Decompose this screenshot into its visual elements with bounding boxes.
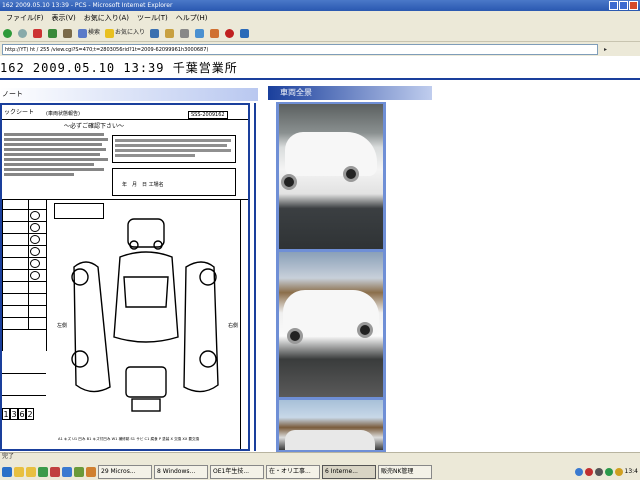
edit-icon (195, 28, 205, 38)
menu-view[interactable]: 表示(V) (52, 11, 76, 25)
tool-icon (240, 28, 250, 38)
tray-app-icon[interactable] (614, 467, 623, 476)
sheet-header-note: (車両状態報告) (46, 111, 80, 117)
minimize-button[interactable] (609, 1, 618, 10)
must-read-notice: 〜必ずご確認下さい〜 (64, 123, 125, 130)
media-quicklaunch-icon[interactable] (50, 466, 60, 477)
back-button[interactable] (2, 27, 14, 39)
clock[interactable]: 13:4 (625, 468, 638, 475)
ie-quicklaunch-icon[interactable] (2, 466, 12, 477)
window-title: 162 2009.05.10 13:39 - PCS - Microsoft I… (2, 2, 173, 9)
vehicle-photo-1[interactable] (279, 104, 383, 249)
odometer-display: 1 3 6 2 (2, 408, 34, 420)
edit-button[interactable] (194, 27, 206, 39)
close-button[interactable] (629, 1, 638, 10)
discuss-icon (210, 28, 220, 38)
odometer-digit: 2 (26, 408, 34, 420)
window-title-bar: 162 2009.05.10 13:39 - PCS - Microsoft I… (0, 0, 640, 11)
tray-volume-icon[interactable] (594, 467, 603, 476)
title-divider (0, 78, 640, 80)
search-button[interactable]: 検索 (77, 27, 101, 39)
mail-icon (165, 28, 175, 38)
menu-help[interactable]: ヘルプ(H) (176, 11, 208, 25)
menu-tools[interactable]: ツール(T) (137, 11, 168, 25)
favorites-label: お気に入り (115, 29, 146, 36)
history-button[interactable] (149, 27, 161, 39)
vehicle-photo-2[interactable] (279, 252, 383, 397)
system-tray: 13:4 (536, 463, 640, 480)
refresh-icon (48, 28, 57, 38)
home-button[interactable] (62, 27, 74, 39)
page-title: 162 2009.05.10 13:39 千葉営業所 (0, 61, 238, 75)
sheet-heading: ノート (0, 88, 258, 101)
tool-button-extra[interactable] (239, 27, 251, 39)
photos-heading: 車両全景 (268, 86, 432, 100)
printer-icon (180, 28, 190, 38)
star-icon (105, 28, 115, 38)
task-button-active[interactable]: 6 Interne... (322, 464, 376, 479)
mail-quicklaunch-icon[interactable] (38, 466, 48, 477)
status-bar: 完了 (2, 453, 15, 460)
search-label: 検索 (88, 29, 101, 36)
search-icon (78, 28, 87, 38)
maximize-button[interactable] (619, 1, 628, 10)
window-controls (609, 1, 638, 10)
folder-quicklaunch-icon[interactable] (14, 466, 24, 477)
task-button[interactable]: 在・オリ工事... (266, 464, 320, 479)
task-button[interactable]: 販売NK管理 (378, 464, 432, 479)
address-input[interactable]: http://YT) ht / 255 /view.cgi?S=470;t=28… (2, 43, 598, 55)
sheet-number: SSS-2009162 (188, 111, 228, 119)
inspection-sheet-image: ックシート (車両状態報告) SSS-2009162 〜必ずご確認下さい〜 年 … (0, 103, 250, 451)
tray-shield-icon[interactable] (584, 467, 593, 476)
menu-favorites[interactable]: お気に入り(A) (84, 11, 129, 25)
folder-quicklaunch-icon[interactable] (26, 466, 36, 477)
damage-legend: A1 キズ U1 凹み B1 キズ付凹み W1 補修跡 S1 サビ C1 腐食 … (58, 437, 200, 441)
forward-button[interactable] (17, 27, 29, 39)
date-line: 年 月 日 工場名 (122, 182, 164, 188)
odometer-digit: 6 (18, 408, 26, 420)
messenger-icon (225, 28, 235, 38)
stop-icon (33, 28, 42, 38)
vehicle-photo-3[interactable] (279, 400, 383, 450)
task-button[interactable]: 8 Windows... (154, 464, 208, 479)
side-label-left: 左側 (57, 323, 68, 329)
sheet-header-left: ックシート (4, 109, 35, 116)
print-button[interactable] (179, 27, 191, 39)
task-button[interactable]: 29 Micros... (98, 464, 152, 479)
discuss-button[interactable] (209, 27, 221, 39)
app-quicklaunch-icon[interactable] (86, 466, 96, 477)
home-icon (63, 28, 72, 38)
back-arrow-icon (3, 28, 12, 38)
side-label-right: 右側 (228, 323, 239, 329)
odometer-digit: 3 (10, 408, 18, 420)
stop-button[interactable] (32, 27, 44, 39)
app-quicklaunch-icon[interactable] (74, 466, 84, 477)
tray-app-icon[interactable] (604, 467, 613, 476)
history-icon (150, 28, 160, 38)
vehicle-photos (276, 102, 386, 452)
address-bar: http://YT) ht / 255 /view.cgi?S=470;t=28… (0, 42, 640, 56)
forward-arrow-icon (18, 28, 27, 38)
favorites-button[interactable]: お気に入り (104, 27, 146, 39)
messenger-button[interactable] (224, 27, 236, 39)
mail-button[interactable] (164, 27, 176, 39)
go-arrow-icon[interactable]: ▸ (604, 46, 607, 53)
odometer-digit: 1 (2, 408, 10, 420)
tray-network-icon[interactable] (574, 467, 583, 476)
menu-bar: ファイル(F) 表示(V) お気に入り(A) ツール(T) ヘルプ(H) (0, 11, 640, 25)
toolbar: 検索 お気に入り (0, 25, 640, 42)
task-button[interactable]: OE1年生技... (210, 464, 264, 479)
app-quicklaunch-icon[interactable] (62, 466, 72, 477)
refresh-button[interactable] (47, 27, 59, 39)
car-diagram (71, 218, 219, 412)
menu-file[interactable]: ファイル(F) (6, 11, 44, 25)
content-divider (254, 103, 256, 451)
